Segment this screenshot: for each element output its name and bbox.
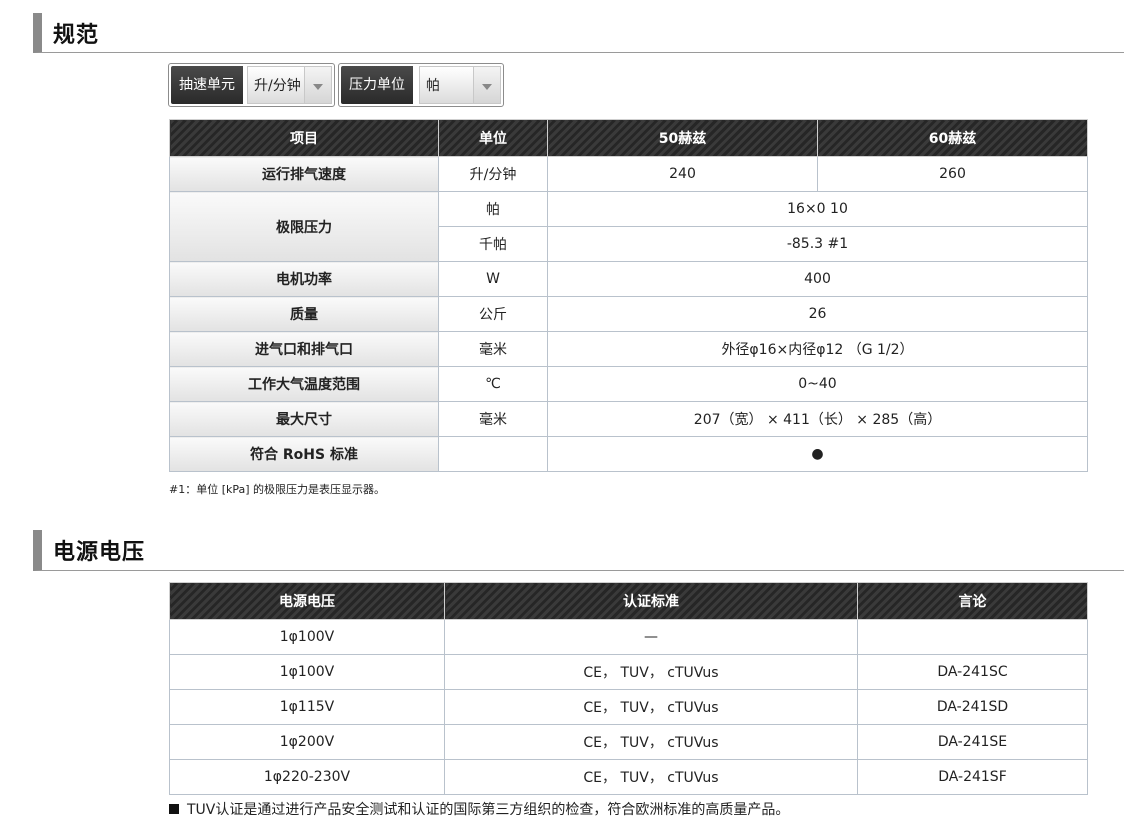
standard-cell: — bbox=[444, 619, 858, 655]
header-60hz: 60赫兹 bbox=[817, 119, 1088, 157]
row-unit: 公斤 bbox=[438, 296, 548, 332]
power-section-title-text: 电源电压 bbox=[53, 540, 146, 565]
power-table-header: 电源电压 认证标准 言论 bbox=[169, 582, 1088, 620]
remark-cell: DA-241SF bbox=[857, 759, 1088, 795]
chevron-down-icon[interactable] bbox=[473, 67, 500, 103]
table-row: 最大尺寸 毫米 207（宽） × 411（长） × 285（高） bbox=[169, 401, 1088, 437]
table-row: 进气口和排气口 毫米 外径φ16×内径φ12 （G 1/2） bbox=[169, 331, 1088, 367]
row-value: 207（宽） × 411（长） × 285（高） bbox=[547, 401, 1088, 437]
header-50hz: 50赫兹 bbox=[547, 119, 818, 157]
table-row: 极限压力 帕 16×0 10 bbox=[169, 191, 1088, 262]
row-label: 电机功率 bbox=[169, 261, 439, 297]
row-unit: 升/分钟 bbox=[438, 156, 548, 192]
row-label: 运行排气速度 bbox=[169, 156, 439, 192]
value-50hz: 240 bbox=[547, 156, 818, 192]
table-row: 1φ115V CE， TUV， cTUVus DA-241SD bbox=[169, 689, 1088, 725]
tuv-note-text: TUV认证是通过进行产品安全测试和认证的国际第三方组织的检查，符合欧洲标准的高质… bbox=[187, 802, 790, 818]
row-unit: 帕 bbox=[438, 191, 548, 227]
voltage-cell: 1φ220-230V bbox=[169, 759, 445, 795]
spec-table-header: 项目 单位 50赫兹 60赫兹 bbox=[169, 119, 1088, 157]
header-remark: 言论 bbox=[857, 582, 1088, 620]
row-value: 16×0 10 bbox=[547, 191, 1088, 227]
pressure-unit-value: 帕 bbox=[426, 78, 440, 94]
table-row: 符合 RoHS 标准 ● bbox=[169, 436, 1088, 472]
pressure-unit-select[interactable]: 帕 bbox=[419, 66, 501, 104]
chevron-down-icon[interactable] bbox=[304, 67, 331, 103]
standard-cell: CE， TUV， cTUVus bbox=[444, 654, 858, 690]
spec-footnote: #1：单位 [kPa] 的极限压力是表压显示器。 bbox=[169, 483, 386, 496]
table-row: 1φ200V CE， TUV， cTUVus DA-241SE bbox=[169, 724, 1088, 760]
header-standard: 认证标准 bbox=[444, 582, 858, 620]
row-unit: 毫米 bbox=[438, 331, 548, 367]
table-row: 1φ220-230V CE， TUV， cTUVus DA-241SF bbox=[169, 759, 1088, 795]
spec-section-title-text: 规范 bbox=[53, 23, 100, 48]
voltage-cell: 1φ115V bbox=[169, 689, 445, 725]
remark-cell: DA-241SE bbox=[857, 724, 1088, 760]
speed-unit-value: 升/分钟 bbox=[254, 78, 301, 94]
voltage-cell: 1φ100V bbox=[169, 619, 445, 655]
row-unit: ℃ bbox=[438, 366, 548, 402]
spec-section-title: 规范 bbox=[33, 13, 1124, 53]
table-row: 工作大气温度范围 ℃ 0~40 bbox=[169, 366, 1088, 402]
pressure-unit-label: 压力单位 bbox=[341, 66, 413, 104]
row-value: 外径φ16×内径φ12 （G 1/2） bbox=[547, 331, 1088, 367]
row-unit: W bbox=[438, 261, 548, 297]
header-item: 项目 bbox=[169, 119, 439, 157]
row-value: 0~40 bbox=[547, 366, 1088, 402]
header-voltage: 电源电压 bbox=[169, 582, 445, 620]
remark-cell: DA-241SD bbox=[857, 689, 1088, 725]
row-label: 极限压力 bbox=[169, 191, 439, 262]
standard-cell: CE， TUV， cTUVus bbox=[444, 724, 858, 760]
row-value: 26 bbox=[547, 296, 1088, 332]
rohs-compliant-dot: ● bbox=[547, 436, 1088, 472]
pressure-unit-control: 压力单位 帕 bbox=[338, 63, 504, 107]
table-row: 电机功率 W 400 bbox=[169, 261, 1088, 297]
spec-table: 项目 单位 50赫兹 60赫兹 运行排气速度 升/分钟 240 260 极限压力… bbox=[169, 119, 1088, 472]
voltage-cell: 1φ200V bbox=[169, 724, 445, 760]
row-label: 进气口和排气口 bbox=[169, 331, 439, 367]
table-row: 1φ100V — bbox=[169, 619, 1088, 655]
row-label: 质量 bbox=[169, 296, 439, 332]
speed-unit-label: 抽速单元 bbox=[171, 66, 243, 104]
row-value: -85.3 #1 bbox=[547, 226, 1088, 262]
row-unit: 千帕 bbox=[438, 226, 548, 262]
row-unit: 毫米 bbox=[438, 401, 548, 437]
remark-cell bbox=[857, 619, 1088, 655]
speed-unit-select[interactable]: 升/分钟 bbox=[247, 66, 332, 104]
row-label: 符合 RoHS 标准 bbox=[169, 436, 439, 472]
table-row: 运行排气速度 升/分钟 240 260 bbox=[169, 156, 1088, 192]
table-row: 1φ100V CE， TUV， cTUVus DA-241SC bbox=[169, 654, 1088, 690]
bullet-square-icon bbox=[169, 804, 179, 814]
value-60hz: 260 bbox=[817, 156, 1088, 192]
tuv-note: TUV认证是通过进行产品安全测试和认证的国际第三方组织的检查，符合欧洲标准的高质… bbox=[169, 799, 789, 819]
row-label: 工作大气温度范围 bbox=[169, 366, 439, 402]
row-unit bbox=[438, 436, 548, 472]
header-unit: 单位 bbox=[438, 119, 548, 157]
power-table: 电源电压 认证标准 言论 1φ100V — 1φ100V CE， TUV， cT… bbox=[169, 582, 1088, 795]
standard-cell: CE， TUV， cTUVus bbox=[444, 759, 858, 795]
voltage-cell: 1φ100V bbox=[169, 654, 445, 690]
remark-cell: DA-241SC bbox=[857, 654, 1088, 690]
power-section-title: 电源电压 bbox=[33, 530, 1124, 571]
row-value: 400 bbox=[547, 261, 1088, 297]
standard-cell: CE， TUV， cTUVus bbox=[444, 689, 858, 725]
table-row: 质量 公斤 26 bbox=[169, 296, 1088, 332]
row-label: 最大尺寸 bbox=[169, 401, 439, 437]
speed-unit-control: 抽速单元 升/分钟 bbox=[168, 63, 335, 107]
